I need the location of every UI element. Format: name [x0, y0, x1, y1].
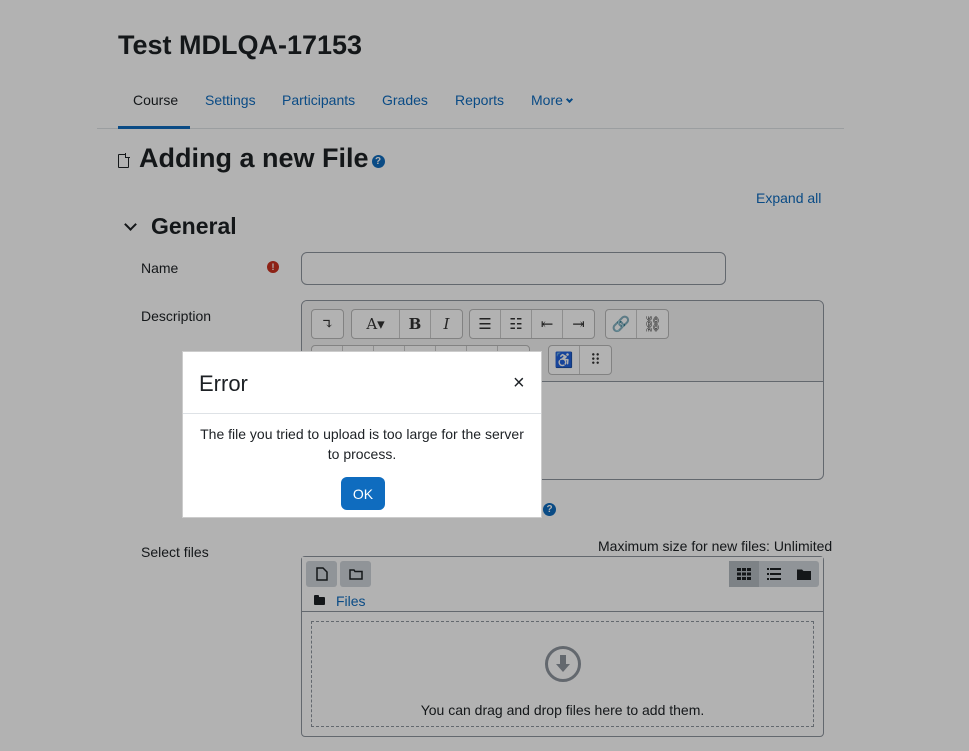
error-dialog: Error × The file you tried to upload is … — [182, 351, 542, 518]
modal-header: Error × — [183, 352, 541, 414]
close-icon[interactable]: × — [513, 373, 525, 393]
modal-title: Error — [199, 371, 248, 396]
ok-button[interactable]: OK — [341, 477, 385, 510]
modal-message: The file you tried to upload is too larg… — [200, 426, 524, 462]
